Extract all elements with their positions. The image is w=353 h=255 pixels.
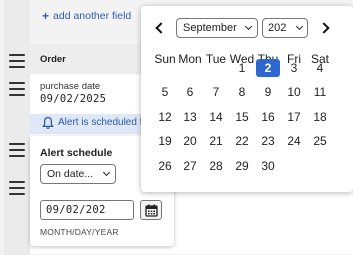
day-cell[interactable]: 13 <box>178 108 202 126</box>
purchase-date-label: purchase date <box>40 81 101 92</box>
day-cell[interactable]: 19 <box>153 132 177 150</box>
calendar-button[interactable] <box>140 200 162 220</box>
drag-handle-icon[interactable] <box>9 143 25 157</box>
day-cell[interactable]: 16 <box>256 108 280 126</box>
next-month-button[interactable] <box>318 20 334 36</box>
chevron-down-icon <box>244 22 253 31</box>
schedule-mode-select[interactable]: On date... <box>40 164 116 184</box>
year-select[interactable]: 202 <box>262 18 308 38</box>
calendar-icon <box>145 204 158 217</box>
day-cell[interactable]: 22 <box>230 132 254 150</box>
day-cell[interactable]: 3 <box>282 59 306 77</box>
drag-handle-icon[interactable] <box>9 54 25 68</box>
day-cell[interactable]: 17 <box>282 108 306 126</box>
day-cell[interactable]: 9 <box>256 83 280 101</box>
day-cell[interactable]: 30 <box>256 157 280 175</box>
day-cell[interactable]: 29 <box>230 157 254 175</box>
day-cell[interactable]: 15 <box>230 108 254 126</box>
plus-icon: + <box>42 9 50 23</box>
chevron-left-icon <box>155 22 167 34</box>
weekday-label: Mon <box>178 52 202 66</box>
chevron-right-icon <box>318 22 330 34</box>
add-field-link[interactable]: + add another field <box>42 9 131 23</box>
day-cell[interactable]: 26 <box>153 157 177 175</box>
drag-handle-icon[interactable] <box>9 82 25 96</box>
add-field-label: add another field <box>53 10 132 22</box>
day-cell[interactable]: 12 <box>153 108 177 126</box>
weekday-label: Tue <box>205 52 227 66</box>
drag-handle-column <box>4 0 30 255</box>
day-cell[interactable]: 18 <box>308 108 332 126</box>
month-select[interactable]: September <box>176 18 258 38</box>
day-cell[interactable]: 28 <box>204 157 228 175</box>
day-cell[interactable]: 5 <box>153 83 177 101</box>
day-cell[interactable]: 11 <box>308 83 332 101</box>
day-cell[interactable]: 21 <box>204 132 228 150</box>
day-cell[interactable]: 8 <box>230 83 254 101</box>
chevron-down-icon <box>295 22 304 31</box>
day-cell[interactable]: 20 <box>178 132 202 150</box>
bell-icon <box>42 116 54 130</box>
day-cell[interactable]: 7 <box>204 83 228 101</box>
previous-month-button[interactable] <box>153 20 167 36</box>
day-cell[interactable]: 4 <box>308 59 332 77</box>
day-cell[interactable]: 25 <box>308 132 332 150</box>
date-format-hint: MONTH/DAY/YEAR <box>40 227 119 237</box>
order-title: Order <box>40 54 66 65</box>
drag-handle-icon[interactable] <box>9 181 25 195</box>
day-cell[interactable]: 1 <box>230 59 254 77</box>
day-cell[interactable]: 23 <box>256 132 280 150</box>
day-cell[interactable]: 10 <box>282 83 306 101</box>
alert-text: Alert is scheduled fo <box>58 117 149 128</box>
schedule-mode-value: On date... <box>47 168 94 180</box>
day-cell[interactable]: 27 <box>178 157 202 175</box>
chevron-down-icon <box>102 168 111 177</box>
day-cell[interactable]: 6 <box>178 83 202 101</box>
day-cell[interactable]: 24 <box>282 132 306 150</box>
month-value: September <box>183 22 237 34</box>
date-input[interactable]: 09/02/202 <box>40 200 134 220</box>
alert-schedule-title: Alert schedule <box>40 147 113 159</box>
weekday-label: Sun <box>154 52 176 66</box>
year-value: 202 <box>268 22 287 34</box>
purchase-date-value: 09/02/2025 <box>40 93 107 105</box>
selected-day-cell[interactable]: 2 <box>256 59 280 77</box>
day-cell[interactable]: 14 <box>204 108 228 126</box>
